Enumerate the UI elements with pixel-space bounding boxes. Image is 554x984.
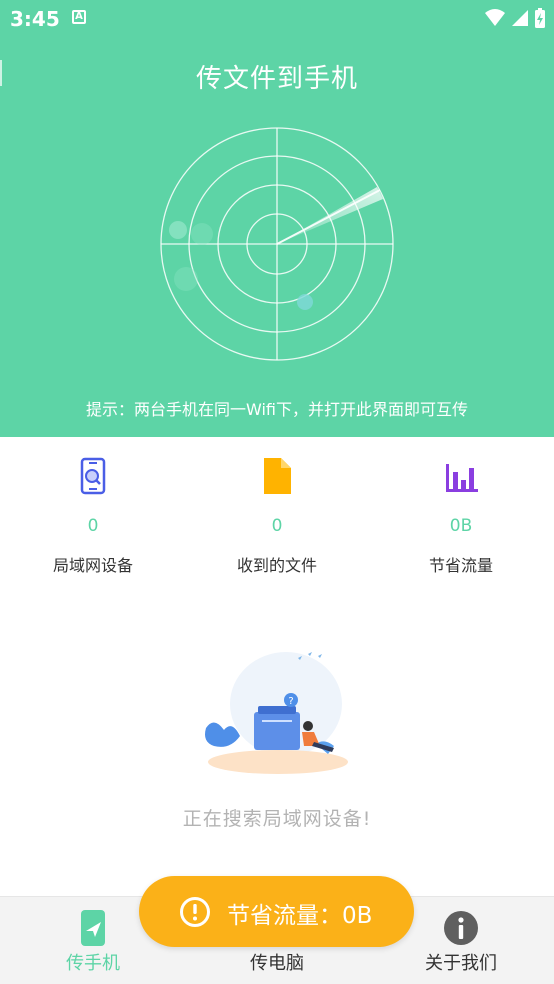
radar-blip (174, 267, 198, 291)
radar-blip (169, 221, 187, 239)
bar-chart-icon (446, 464, 478, 492)
toast-text: 节省流量：0B (227, 903, 373, 929)
send-phone-icon (81, 910, 105, 946)
stat-label: 局域网设备 (52, 556, 133, 575)
phone-search-icon (80, 457, 106, 495)
page-title: 传文件到手机 (195, 64, 358, 94)
stat-label: 节省流量 (428, 556, 493, 575)
svg-text:?: ? (288, 696, 293, 707)
radar-scanner (160, 127, 394, 361)
stat-label: 收到的文件 (236, 556, 317, 575)
nav-label: 关于我们 (425, 953, 497, 974)
info-icon (444, 911, 478, 945)
stats-row: 0 局域网设备 0 收到的文件 0B 节省流量 (0, 452, 554, 582)
stat-value: 0 (87, 516, 99, 536)
status-time: 3:45 (10, 7, 60, 31)
nav-label: 传电脑 (250, 953, 304, 974)
stat-value: 0 (271, 516, 283, 536)
wifi-icon (485, 9, 505, 26)
stat-value: 0B (449, 516, 473, 536)
status-icons (484, 6, 546, 30)
searching-message: 正在搜索局域网设备! (182, 808, 372, 830)
status-bar: 3:45 A (0, 0, 554, 38)
data-saved-toast: 节省流量：0B (139, 876, 414, 947)
hint-text: 提示：两台手机在同一Wifi下，并打开此界面即可互传 (86, 400, 468, 419)
radar-blip (191, 223, 213, 245)
signal-icon (512, 10, 528, 26)
battery-icon (535, 8, 545, 28)
file-icon (264, 458, 291, 494)
searching-illustration: ? (205, 652, 348, 774)
nav-label: 传手机 (66, 953, 120, 974)
radar-blip (297, 294, 313, 310)
notification-a-icon: A (72, 10, 86, 24)
exclamation-circle-icon (180, 897, 210, 927)
